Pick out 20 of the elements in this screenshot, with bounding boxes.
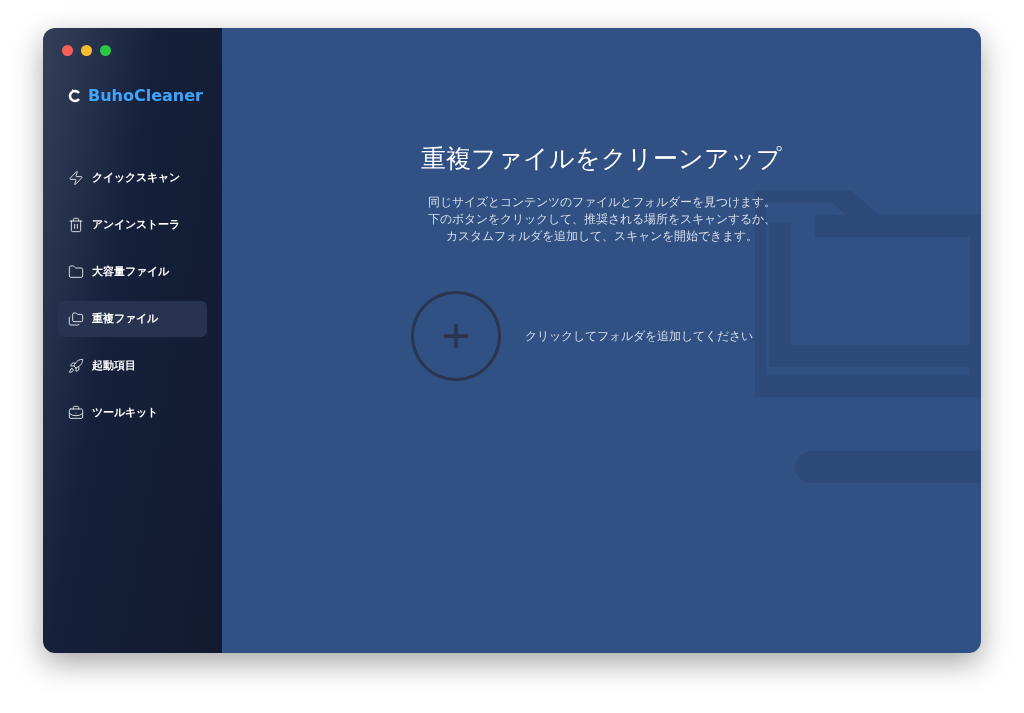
logo-icon (68, 89, 82, 103)
description-text: 同じサイズとコンテンツのファイルとフォルダーを見つけます。 下のボタンをクリックして、推奨される場所をスキャンするか、 カスタムフォルダを追加して、スキャンを開始できます。 (427, 194, 776, 245)
close-button[interactable] (62, 45, 73, 56)
toolbox-icon (68, 405, 84, 421)
sidebar-item[interactable]: アンインストーラ (58, 207, 207, 243)
sidebar-item[interactable]: ツールキット (58, 395, 207, 431)
rocket-icon (68, 358, 84, 374)
minimize-button[interactable] (81, 45, 92, 56)
zoom-button[interactable] (100, 45, 111, 56)
trash-icon (68, 217, 84, 233)
folder-icon (68, 264, 84, 280)
add-folder-hint: クリックしてフォルダを追加してください (524, 328, 753, 345)
app-name: BuhoCleaner (88, 85, 203, 107)
lightning-icon (68, 170, 84, 186)
folders-icon (68, 311, 84, 327)
sidebar-item[interactable]: クイックスキャン (58, 160, 207, 196)
sidebar-item[interactable]: 起動項目 (58, 348, 207, 384)
page-title: 重複ファイルをクリーンアップ (421, 143, 782, 175)
sidebar-item[interactable]: 重複ファイル (58, 301, 207, 337)
sidebar-item[interactable]: 大容量ファイル (58, 254, 207, 290)
